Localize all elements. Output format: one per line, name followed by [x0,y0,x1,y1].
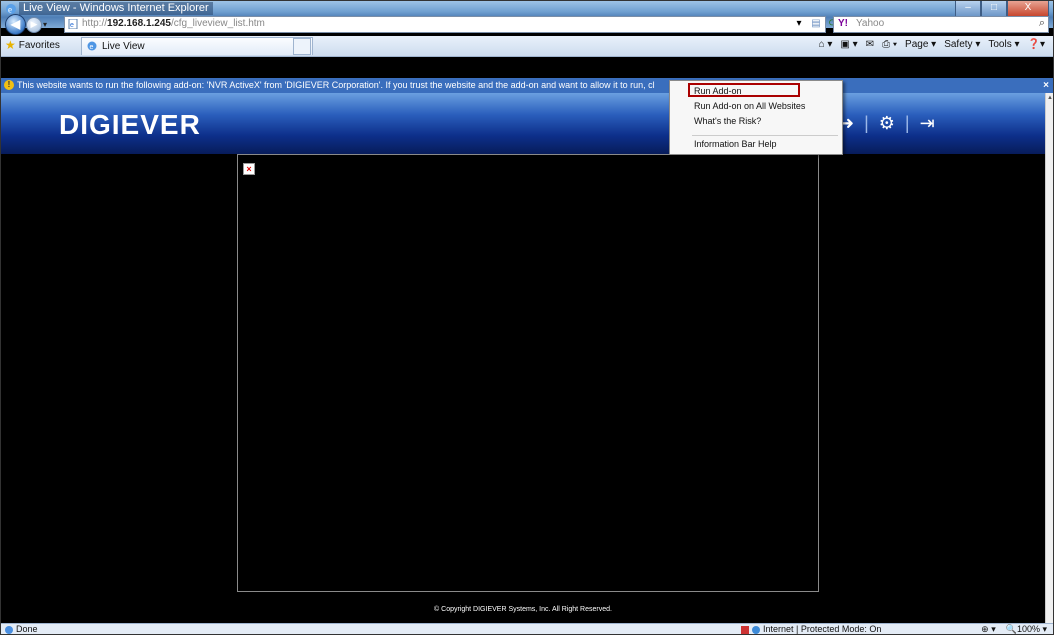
print-icon[interactable]: ⎙ ▾ [882,39,897,50]
header-icons: ➜ | ⚙ | ⇥ [839,113,935,134]
tab-live-view[interactable]: e Live View [81,37,313,55]
back-button[interactable]: ◀ [5,14,26,35]
search-placeholder: Yahoo [856,18,885,29]
favorites-bar: ★ Favorites e Live View ⌂ ▾ ▣ ▾ ✉ ⎙ ▾ Pa… [1,36,1053,57]
copyright-text: © Copyright DIGIEVER Systems, Inc. All R… [434,606,612,613]
ie-tab-icon: e [87,41,97,51]
gear-icon[interactable]: ⚙ [879,113,895,134]
mail-icon[interactable]: ✉ [866,39,874,50]
video-viewport[interactable]: × [237,154,819,592]
separator: | [864,113,869,133]
favorites-label: Favorites [18,39,60,51]
favorites-button[interactable]: ★ Favorites [5,38,60,52]
recent-pages-dropdown-icon[interactable]: ▾ [43,20,47,29]
home-icon[interactable]: ⌂ ▾ [819,39,833,50]
feeds-icon[interactable]: ▣ ▾ [840,39,857,50]
menu-item-whats-the-risk[interactable]: What's the Risk? [694,115,761,128]
address-bar[interactable]: e http://192.168.1.245/cfg_liveview_list… [64,16,826,33]
shield-icon [741,625,749,634]
forward-button[interactable]: ▶ [26,17,42,33]
page-menu[interactable]: Page ▾ [905,39,936,50]
tab-label: Live View [102,41,145,52]
safety-menu[interactable]: Safety ▾ [944,39,980,50]
globe-icon [752,625,760,634]
broken-plugin-icon: × [243,163,255,175]
page-icon: e [68,19,78,29]
favorites-star-icon: ★ [5,38,16,52]
browser-window: e Live View - Windows Internet Explorer … [0,0,1054,635]
separator: | [904,113,910,133]
zoom-level[interactable]: 🔍100% ▾ [1006,624,1047,634]
information-bar-text: This website wants to run the following … [17,80,655,90]
svg-text:e: e [70,22,74,29]
menu-item-run-addon[interactable]: Run Add-on [694,85,742,98]
status-right: ⊕ ▾ 🔍100% ▾ [981,624,1047,634]
compatibility-icon[interactable]: ▤ [809,17,823,30]
search-box[interactable]: Y! Yahoo ⌕ [833,16,1049,33]
page-header: DIGIEVER ➜ | ⚙ | ⇥ [1,93,1045,154]
security-zone[interactable]: Internet | Protected Mode: On [741,624,881,634]
tools-menu[interactable]: Tools ▾ [988,39,1019,50]
address-dropdown-icon[interactable]: ▾ [792,17,806,30]
protected-mode-icon[interactable]: ⊕ ▾ [981,624,996,634]
addon-context-menu: Run Add-on Run Add-on on All Websites Wh… [669,80,843,155]
menu-item-run-addon-all-websites[interactable]: Run Add-on on All Websites [694,100,805,113]
yahoo-icon: Y! [838,18,848,29]
menu-separator [692,135,838,136]
information-bar[interactable]: ! This website wants to run the followin… [1,78,1053,93]
info-shield-icon: ! [4,80,14,90]
status-done: Done [5,624,38,634]
svg-text:e: e [90,44,94,51]
navigation-bar: ◀ ▶ ▾ e http://192.168.1.245/cfg_livevie… [1,14,1053,35]
status-bar: Done Internet | Protected Mode: On ⊕ ▾ 🔍… [1,623,1053,634]
new-tab-button[interactable] [293,38,311,55]
close-icon[interactable]: × [1043,78,1049,93]
logout-icon[interactable]: ⇥ [920,113,935,134]
command-bar: ⌂ ▾ ▣ ▾ ✉ ⎙ ▾ Page ▾ Safety ▾ Tools ▾ ❓▾ [819,39,1045,50]
menu-item-information-bar-help[interactable]: Information Bar Help [694,138,777,151]
page-status-icon [5,625,13,634]
svg-text:e: e [8,5,12,15]
scroll-up-icon[interactable]: ▲ [1046,95,1053,101]
help-icon[interactable]: ❓▾ [1028,39,1045,50]
vertical-scrollbar[interactable]: ▲ [1045,93,1053,623]
address-url: http://192.168.1.245/cfg_liveview_list.h… [82,18,265,29]
search-icon[interactable]: ⌕ [1039,17,1045,30]
digiever-logo: DIGIEVER [59,109,201,140]
page-content: × © Copyright DIGIEVER Systems, Inc. All… [1,154,1045,624]
